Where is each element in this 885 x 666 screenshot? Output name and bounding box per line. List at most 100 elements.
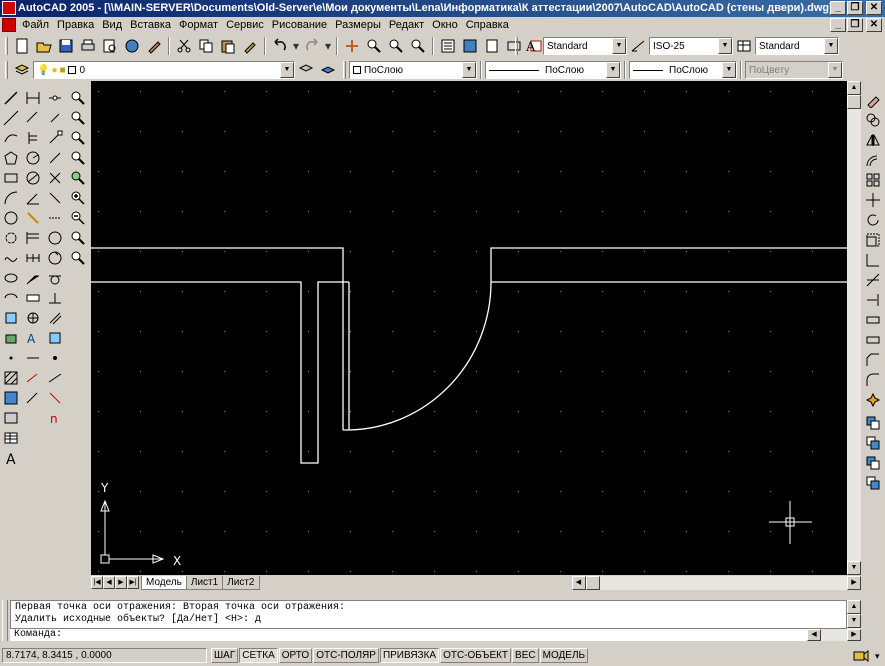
- minimize-button[interactable]: _: [830, 1, 846, 15]
- status-menu-icon[interactable]: ▾: [875, 649, 885, 663]
- open-icon[interactable]: [33, 35, 55, 57]
- redo-dropdown-icon[interactable]: ▾: [323, 35, 333, 57]
- print-icon[interactable]: [77, 35, 99, 57]
- menu-item-8[interactable]: Редакт: [385, 17, 428, 34]
- point-icon[interactable]: [1, 348, 21, 368]
- send-under-icon[interactable]: [863, 473, 883, 493]
- snap-none-icon[interactable]: [45, 388, 65, 408]
- wall-right-line[interactable]: [490, 247, 847, 283]
- bring-above-icon[interactable]: [863, 453, 883, 473]
- table-style-select[interactable]: Standard ▼: [755, 37, 839, 55]
- dim-style-icon[interactable]: [627, 35, 649, 57]
- wall-left-bottom-line[interactable]: [91, 281, 349, 464]
- doc-close-button[interactable]: ✕: [866, 18, 882, 32]
- scroll-left-icon[interactable]: ◀: [571, 575, 586, 590]
- insert-block-icon[interactable]: [1, 308, 21, 328]
- polygon-icon[interactable]: [1, 148, 21, 168]
- doc-minimize-button[interactable]: _: [830, 18, 846, 32]
- hatch-icon[interactable]: [1, 368, 21, 388]
- scroll-down-icon[interactable]: ▼: [847, 561, 861, 575]
- menu-item-3[interactable]: Вставка: [126, 17, 175, 34]
- diameter-dimension-icon[interactable]: [23, 168, 43, 188]
- snap-parallel-icon[interactable]: [45, 308, 65, 328]
- snap-quadrant-icon[interactable]: [45, 248, 65, 268]
- command-input[interactable]: Команда:: [10, 629, 807, 641]
- snap-center-icon[interactable]: [45, 228, 65, 248]
- menu-item-1[interactable]: Правка: [53, 17, 98, 34]
- snap-midpoint-icon[interactable]: [45, 148, 65, 168]
- toolbar-grip[interactable]: [5, 37, 8, 55]
- document-icon[interactable]: [2, 18, 16, 32]
- center-mark-icon[interactable]: [23, 308, 43, 328]
- plot-preview-icon[interactable]: [99, 35, 121, 57]
- multiline-text-icon[interactable]: A: [1, 448, 21, 468]
- layer-previous-icon[interactable]: [317, 59, 339, 81]
- array-icon[interactable]: [863, 170, 883, 190]
- undo-icon[interactable]: [269, 35, 291, 57]
- pan-icon[interactable]: [341, 35, 363, 57]
- region-icon[interactable]: [1, 408, 21, 428]
- redo-icon[interactable]: [301, 35, 323, 57]
- tool-palettes-icon[interactable]: [481, 35, 503, 57]
- layer-manager-icon[interactable]: [11, 59, 33, 81]
- dimension-text-edit-icon[interactable]: [23, 348, 43, 368]
- menu-item-6[interactable]: Рисование: [268, 17, 331, 34]
- dimension-update-icon[interactable]: [23, 368, 43, 388]
- snap-endpoint-icon[interactable]: [45, 128, 65, 148]
- ellipse-arc-icon[interactable]: [1, 288, 21, 308]
- match-properties-icon[interactable]: [239, 35, 261, 57]
- menu-item-2[interactable]: Вид: [98, 17, 126, 34]
- mirror-icon[interactable]: [863, 130, 883, 150]
- zoom-window-icon[interactable]: [385, 35, 407, 57]
- rectangle-icon[interactable]: [1, 168, 21, 188]
- cmd-scroll-up-icon[interactable]: ▲: [847, 600, 861, 614]
- horizontal-scroll-thumb[interactable]: [585, 575, 600, 590]
- menu-item-7[interactable]: Размеры: [331, 17, 385, 34]
- model-space-drawing[interactable]: Y X: [91, 81, 847, 575]
- command-window-grip[interactable]: [2, 600, 8, 641]
- trim-icon[interactable]: [863, 270, 883, 290]
- horizontal-scrollbar[interactable]: ◀ ▶: [571, 575, 861, 590]
- wall-left-top-line[interactable]: [91, 247, 344, 430]
- status-mode-0[interactable]: ШАГ: [211, 648, 239, 663]
- linear-dimension-icon[interactable]: [23, 88, 43, 108]
- layer-freeze-icon[interactable]: ●: [51, 65, 57, 76]
- snap-insert-icon[interactable]: [45, 328, 65, 348]
- undo-dropdown-icon[interactable]: ▾: [291, 35, 301, 57]
- break-icon[interactable]: [863, 330, 883, 350]
- zoom-extents-icon[interactable]: [68, 248, 88, 268]
- table-icon[interactable]: [1, 428, 21, 448]
- circle-icon[interactable]: [1, 208, 21, 228]
- zoom-object-icon[interactable]: [68, 168, 88, 188]
- move-icon[interactable]: [863, 190, 883, 210]
- dim-style-select[interactable]: ISO-25 ▼: [649, 37, 733, 55]
- zoom-out-icon[interactable]: [68, 208, 88, 228]
- snap-tangent-icon[interactable]: [45, 268, 65, 288]
- dropdown-arrow-icon[interactable]: ▼: [280, 62, 294, 78]
- vertical-scrollbar[interactable]: ▲ ▼: [847, 81, 861, 575]
- zoom-center-icon[interactable]: [68, 148, 88, 168]
- menu-item-4[interactable]: Формат: [175, 17, 222, 34]
- new-icon[interactable]: [11, 35, 33, 57]
- door-swing-arc[interactable]: [343, 281, 492, 431]
- tab-layout2[interactable]: Лист2: [222, 575, 260, 590]
- doc-restore-button[interactable]: ❐: [847, 18, 863, 32]
- menu-item-10[interactable]: Справка: [462, 17, 513, 34]
- linetype-select[interactable]: ПоСлою ▼: [485, 61, 621, 79]
- horizontal-scroll-track[interactable]: [585, 575, 847, 590]
- next-tab-icon[interactable]: ▶: [115, 576, 127, 589]
- toolbar-grip[interactable]: [5, 61, 8, 79]
- arc-icon[interactable]: [1, 188, 21, 208]
- status-mode-7[interactable]: МОДЕЛЬ: [539, 648, 589, 663]
- bring-to-front-icon[interactable]: [863, 413, 883, 433]
- layer-on-icon[interactable]: 💡: [37, 65, 49, 76]
- zoom-dynamic-icon[interactable]: [68, 108, 88, 128]
- make-object-layer-current-icon[interactable]: [295, 59, 317, 81]
- command-history-scrollbar[interactable]: ▲ ▼: [847, 600, 861, 629]
- properties-icon[interactable]: [437, 35, 459, 57]
- status-mode-4[interactable]: ПРИВЯЗКА: [379, 648, 440, 663]
- table-style-icon[interactable]: [733, 35, 755, 57]
- dropdown-arrow-icon[interactable]: ▼: [722, 62, 736, 78]
- color-select[interactable]: ПоСлою ▼: [349, 61, 477, 79]
- design-center-icon[interactable]: [459, 35, 481, 57]
